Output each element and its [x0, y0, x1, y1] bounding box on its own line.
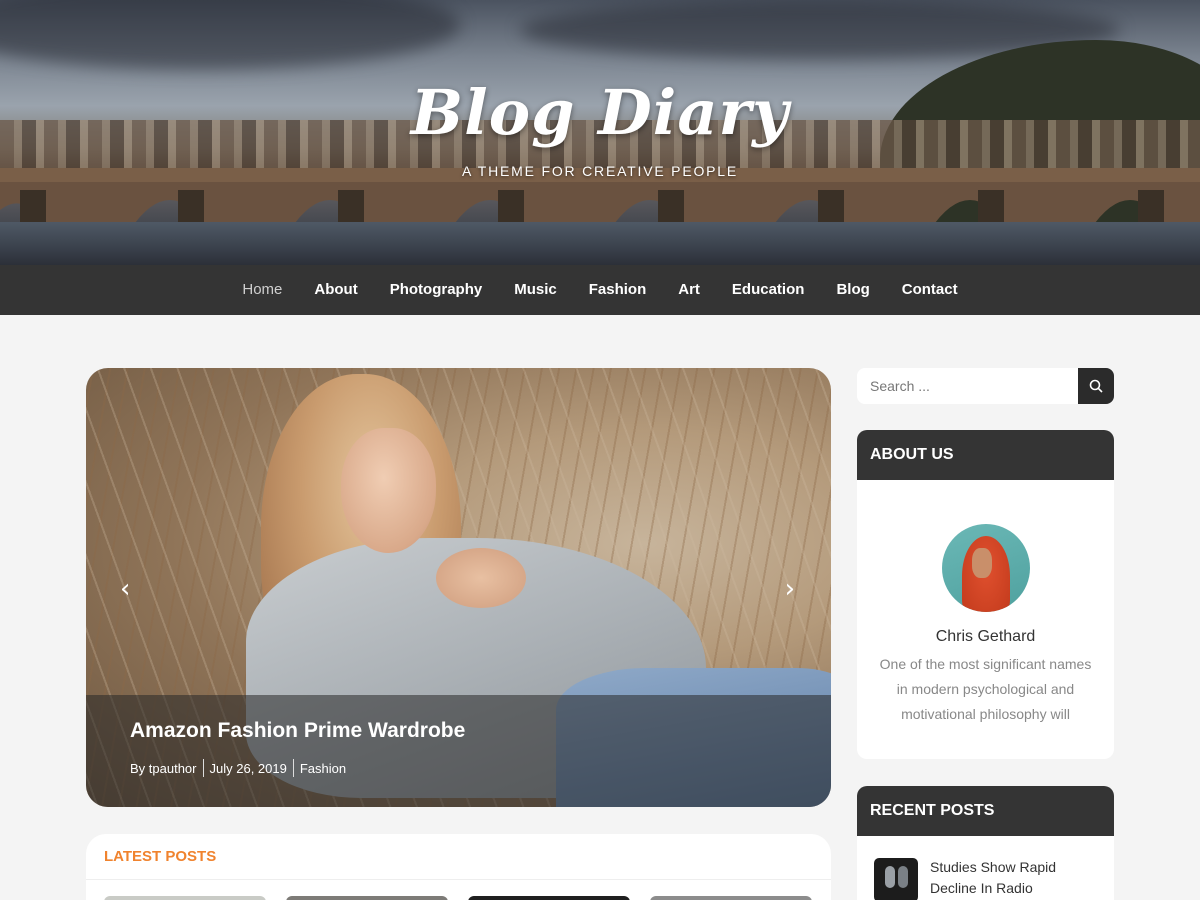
nav-item-fashion[interactable]: Fashion	[573, 265, 663, 315]
widget-heading: ABOUT US	[857, 430, 1114, 480]
site-tagline: A THEME FOR CREATIVE PEOPLE	[461, 163, 739, 179]
about-us-widget: ABOUT US Chris Gethard One of the most s…	[857, 430, 1114, 759]
recent-post-title[interactable]: Studies Show Rapid Decline In Radio	[930, 857, 1090, 899]
nav-item-education[interactable]: Education	[716, 265, 821, 315]
widget-heading: RECENT POSTS	[857, 786, 1114, 836]
meta-divider	[202, 759, 204, 777]
search-input[interactable]: Search ...	[857, 368, 1078, 404]
latest-post-thumbnail[interactable]	[650, 896, 812, 900]
nav-item-blog[interactable]: Blog	[820, 265, 885, 315]
latest-posts-heading: LATEST POSTS	[104, 848, 217, 865]
nav-item-photography[interactable]: Photography	[374, 265, 499, 315]
nav-item-contact[interactable]: Contact	[886, 265, 974, 315]
sky-cloud	[0, 0, 460, 70]
recent-posts-widget: RECENT POSTS Studies Show Rapid Decline …	[857, 786, 1114, 900]
slider-next-icon[interactable]: ›	[785, 574, 795, 604]
author-name: Chris Gethard	[935, 628, 1036, 645]
slide-post-title[interactable]: Amazon Fashion Prime Wardrobe	[130, 719, 787, 743]
slide-image-figure	[341, 428, 436, 553]
search-icon	[1089, 379, 1103, 393]
microphone-icon	[885, 866, 895, 888]
search-button[interactable]	[1078, 368, 1114, 404]
slider-prev-icon[interactable]: ‹	[120, 574, 130, 604]
avatar	[942, 524, 1030, 612]
site-title[interactable]: Blog Diary	[0, 76, 1200, 149]
post-date[interactable]: July 26, 2019	[210, 761, 287, 776]
nav-item-music[interactable]: Music	[498, 265, 573, 315]
section-divider	[86, 879, 831, 880]
latest-posts-section: LATEST POSTS	[86, 834, 831, 900]
nav-item-home[interactable]: Home	[226, 265, 298, 315]
search-form: Search ...	[857, 368, 1114, 404]
post-author[interactable]: By tpauthor	[130, 761, 197, 776]
avatar-figure	[972, 548, 992, 578]
slide-post-meta: By tpauthor July 26, 2019 Fashion	[130, 759, 787, 777]
microphone-icon	[898, 866, 908, 888]
meta-divider	[292, 759, 294, 777]
latest-post-thumbnail[interactable]	[468, 896, 630, 900]
nav-item-art[interactable]: Art	[662, 265, 716, 315]
featured-slider[interactable]: ‹ › Amazon Fashion Prime Wardrobe By tpa…	[86, 368, 831, 807]
post-category[interactable]: Fashion	[300, 761, 346, 776]
recent-post-thumbnail[interactable]	[874, 858, 918, 900]
main-navigation: Home About Photography Music Fashion Art…	[0, 265, 1200, 315]
site-header: Blog Diary A THEME FOR CREATIVE PEOPLE	[0, 0, 1200, 265]
river	[0, 222, 1200, 265]
nav-item-about[interactable]: About	[298, 265, 373, 315]
slide-caption: Amazon Fashion Prime Wardrobe By tpautho…	[86, 695, 831, 807]
latest-post-thumbnail[interactable]	[286, 896, 448, 900]
author-bio: One of the most significant names in mod…	[879, 656, 1092, 722]
latest-post-thumbnail[interactable]	[104, 896, 266, 900]
slide-image-figure	[436, 548, 526, 608]
